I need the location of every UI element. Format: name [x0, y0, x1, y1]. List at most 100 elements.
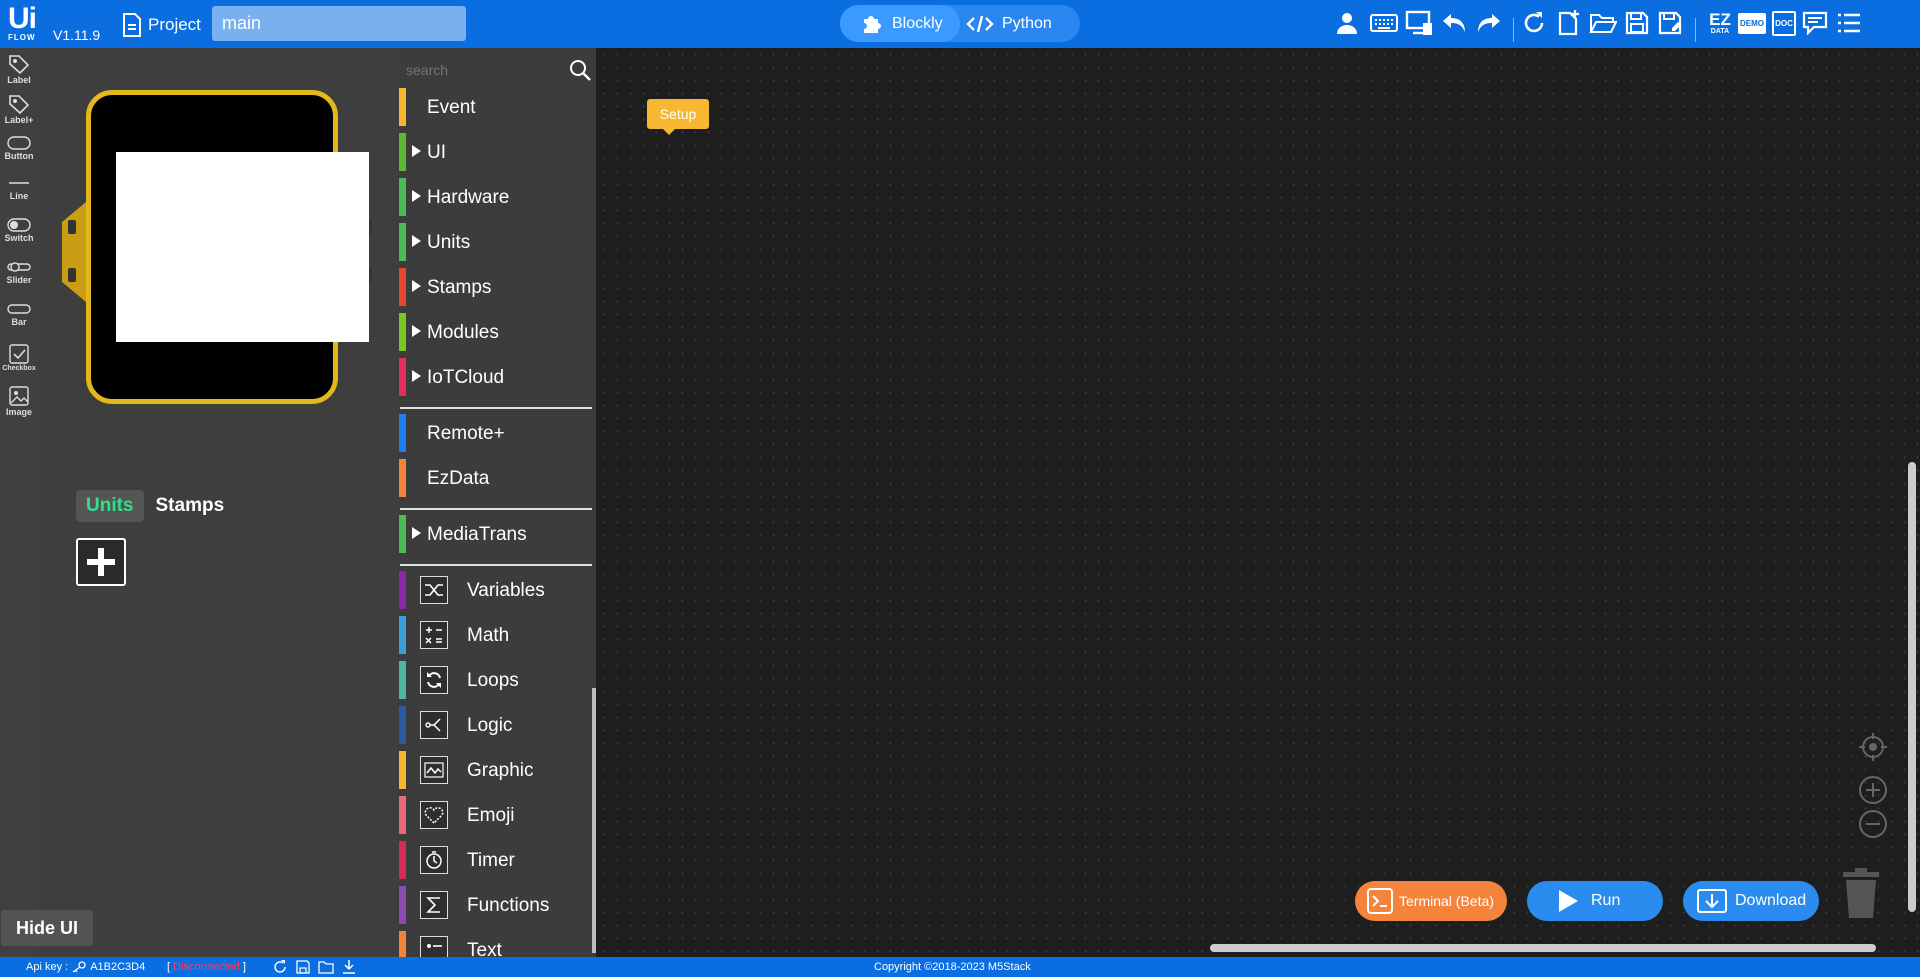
- toolbox-category-emoji[interactable]: Emoji: [398, 794, 588, 836]
- recenter-icon[interactable]: [1858, 732, 1888, 762]
- toolbox-category-modules[interactable]: Modules: [398, 311, 588, 353]
- slider-icon: [7, 262, 31, 272]
- puzzle-icon: [864, 15, 881, 33]
- status-bracket-close: ]: [242, 961, 246, 973]
- toolbox-category-logic[interactable]: Logic: [398, 704, 588, 746]
- toolbox-category-iotcloud[interactable]: IoTCloud: [398, 356, 588, 398]
- toolbox-scrollbar[interactable]: [592, 688, 596, 953]
- device-screen[interactable]: [116, 152, 369, 342]
- toolbox-category-functions[interactable]: Functions: [398, 884, 588, 926]
- trash-icon[interactable]: [1841, 868, 1881, 920]
- key-icon: [72, 961, 86, 973]
- toolbox-category-mediatrans[interactable]: MediaTrans: [398, 513, 588, 555]
- category-label: Text: [467, 940, 502, 957]
- terminal-button[interactable]: Terminal (Beta): [1355, 881, 1507, 921]
- save-icon[interactable]: [295, 959, 311, 975]
- project-button[interactable]: Project: [122, 12, 201, 38]
- toolbox-category-graphic[interactable]: Graphic: [398, 749, 588, 791]
- widget-label[interactable]: Label: [0, 52, 38, 92]
- widget-button-text: Button: [4, 151, 34, 161]
- category-color-bar: [399, 616, 406, 654]
- toolbox-category-timer[interactable]: Timer: [398, 839, 588, 881]
- toolbox-category-text[interactable]: Text: [398, 929, 588, 957]
- toolbox-category-stamps[interactable]: Stamps: [398, 266, 588, 308]
- widget-label-plus[interactable]: Label+: [0, 92, 38, 132]
- toolbox-category-units[interactable]: Units: [398, 221, 588, 263]
- refresh-icon[interactable]: [1520, 8, 1548, 38]
- toolbox-search-input[interactable]: [406, 60, 556, 80]
- menu-icon[interactable]: [1835, 8, 1863, 38]
- toolbox-category-math[interactable]: Math: [398, 614, 588, 656]
- category-color-bar: [399, 751, 406, 789]
- api-key-display: Api key : A1B2C3D4: [26, 961, 145, 973]
- widget-label-text: Label: [7, 75, 31, 85]
- category-color-bar: [399, 268, 406, 306]
- tag-plus-icon: [9, 95, 30, 114]
- toolbox-category-hardware[interactable]: Hardware: [398, 176, 588, 218]
- code-icon: [966, 15, 994, 32]
- blockly-workspace[interactable]: Setup Terminal (Beta) Run Download: [598, 48, 1920, 957]
- widget-button[interactable]: Button: [0, 134, 38, 174]
- tab-stamps[interactable]: Stamps: [144, 490, 237, 522]
- demo-icon[interactable]: DEMO: [1737, 8, 1767, 38]
- widget-bar[interactable]: Bar: [0, 300, 38, 340]
- category-color-bar: [399, 841, 406, 879]
- toolbox-category-ui[interactable]: UI: [398, 131, 588, 173]
- widget-slider[interactable]: Slider: [0, 258, 38, 298]
- status-footer: Api key : A1B2C3D4 [ Disconnected ] Copy…: [0, 957, 1920, 977]
- category-color-bar: [399, 88, 406, 126]
- toolbox-category-loops[interactable]: Loops: [398, 659, 588, 701]
- sync-icon[interactable]: [272, 959, 288, 975]
- category-color-bar: [399, 796, 406, 834]
- emoji-icon: [420, 801, 448, 829]
- toolbox-category-ezdata[interactable]: EzData: [398, 457, 588, 499]
- doc-text: DOC: [1772, 10, 1796, 36]
- search-icon[interactable]: [568, 58, 592, 82]
- workspace-horizontal-scrollbar[interactable]: [1210, 944, 1876, 952]
- widget-image[interactable]: Image: [0, 384, 38, 424]
- folder-icon[interactable]: [318, 959, 334, 975]
- undo-icon[interactable]: [1440, 8, 1468, 38]
- python-mode-button[interactable]: Python: [966, 5, 1076, 42]
- category-color-bar: [399, 178, 406, 216]
- category-label: Functions: [467, 895, 550, 916]
- download-button[interactable]: Download: [1683, 881, 1819, 921]
- hide-ui-button[interactable]: Hide UI: [1, 910, 93, 946]
- category-label: UI: [427, 142, 446, 163]
- blockly-mode-button[interactable]: Blockly: [840, 5, 960, 42]
- switch-icon: [7, 218, 31, 232]
- widget-switch[interactable]: Switch: [0, 216, 38, 256]
- ezdata-icon[interactable]: EZ DATA: [1705, 8, 1735, 38]
- doc-icon[interactable]: DOC: [1769, 8, 1799, 38]
- add-unit-button[interactable]: [76, 538, 126, 586]
- terminal-icon: [1367, 888, 1393, 914]
- play-icon: [1559, 890, 1578, 912]
- widget-checkbox[interactable]: Checkbox: [0, 342, 38, 382]
- new-file-icon[interactable]: [1555, 8, 1583, 38]
- toolbox-category-remote[interactable]: Remote+: [398, 412, 588, 454]
- tab-units[interactable]: Units: [76, 490, 144, 522]
- file-name-input[interactable]: [212, 6, 466, 41]
- chat-icon[interactable]: [1801, 8, 1829, 38]
- save-as-icon[interactable]: [1657, 8, 1685, 38]
- line-icon: [9, 182, 29, 184]
- zoom-out-icon[interactable]: [1858, 809, 1888, 839]
- download-icon[interactable]: [341, 959, 357, 975]
- zoom-in-icon[interactable]: [1858, 775, 1888, 805]
- save-icon[interactable]: [1623, 8, 1651, 38]
- status-text: Disconnected: [173, 961, 240, 973]
- footer-actions: [272, 959, 357, 975]
- toolbox-category-variables[interactable]: Variables: [398, 569, 588, 611]
- redo-icon[interactable]: [1475, 8, 1503, 38]
- open-folder-icon[interactable]: [1589, 8, 1617, 38]
- device-icon[interactable]: [1405, 8, 1433, 38]
- run-button[interactable]: Run: [1527, 881, 1663, 921]
- toolbox-category-event[interactable]: Event: [398, 86, 588, 128]
- workspace-vertical-scrollbar[interactable]: [1908, 462, 1916, 912]
- widget-line[interactable]: Line: [0, 174, 38, 214]
- version-label: V1.11.9: [53, 27, 101, 43]
- keyboard-icon[interactable]: [1370, 8, 1398, 38]
- terminal-label: Terminal (Beta): [1399, 893, 1494, 909]
- setup-block[interactable]: Setup: [647, 99, 709, 135]
- user-icon[interactable]: [1333, 8, 1361, 38]
